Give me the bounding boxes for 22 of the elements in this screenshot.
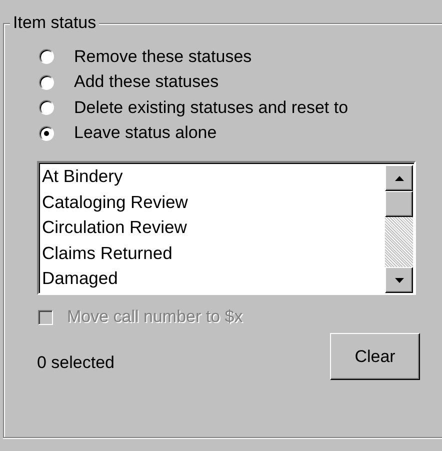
scroll-up-button[interactable] [385, 165, 413, 191]
scrollbar[interactable] [385, 163, 414, 293]
radio-label[interactable]: Add these statuses [74, 71, 219, 94]
radio-label[interactable]: Delete existing statuses and reset to [74, 96, 348, 119]
list-item[interactable]: Cataloging Review [42, 190, 385, 215]
list-item[interactable]: Circulation Review [42, 215, 385, 240]
status-list[interactable]: At Bindery Cataloging Review Circulation Review Claims Returned Damaged [37, 161, 416, 295]
scroll-thumb[interactable] [385, 191, 413, 217]
down-arrow-icon [394, 278, 404, 282]
radio-button[interactable] [39, 49, 54, 64]
clear-button[interactable]: Clear [330, 333, 420, 380]
list-item[interactable]: Claims Returned [42, 240, 385, 266]
radio-button[interactable] [39, 74, 54, 90]
radio-button[interactable] [39, 100, 54, 116]
radio-label[interactable]: Remove these statuses [74, 46, 252, 68]
scroll-down-button[interactable] [385, 267, 413, 293]
selected-count: 0 selected [37, 352, 114, 372]
list-item[interactable]: At Bindery [42, 164, 385, 190]
list-item[interactable]: Damaged [42, 266, 385, 292]
radio-button[interactable] [39, 126, 54, 141]
radio-label[interactable]: Leave status alone [74, 122, 217, 144]
up-arrow-icon [394, 176, 404, 180]
